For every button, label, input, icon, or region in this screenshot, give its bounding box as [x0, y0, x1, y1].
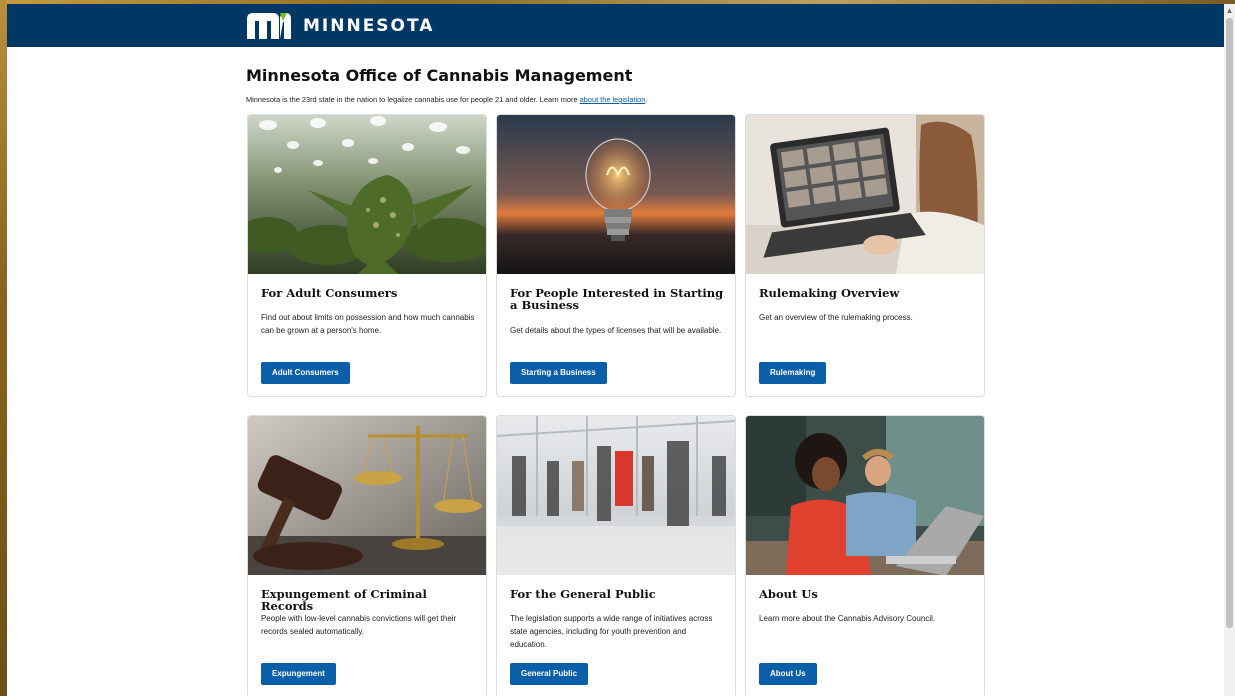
- intro-text-body: Minnesota is the 23rd state in the natio…: [246, 95, 580, 104]
- logo-text: MINNESOTA: [303, 15, 435, 36]
- about-us-button[interactable]: About Us: [759, 663, 817, 685]
- page-title: Minnesota Office of Cannabis Management: [246, 66, 633, 85]
- cannabis-plant-image: [248, 115, 486, 274]
- card-description: Get an overview of the rulemaking proces…: [759, 313, 913, 322]
- card-description: People with low-level cannabis convictio…: [261, 614, 457, 636]
- adult-consumers-button[interactable]: Adult Consumers: [261, 362, 350, 384]
- card-description: Learn more about the Cannabis Advisory C…: [759, 614, 936, 623]
- people-walking-image: [497, 416, 735, 575]
- card-about-us: About Us Learn more about the Cannabis A…: [745, 415, 985, 696]
- card-starting-business: For People Interested in Starting a Busi…: [496, 114, 736, 397]
- browser-viewport: MINNESOTA ▲ Minnesota Office of Cannabis…: [7, 0, 1235, 696]
- minnesota-logo[interactable]: MINNESOTA: [247, 12, 434, 39]
- page-scrollbar[interactable]: ▲: [1224, 4, 1235, 696]
- card-description: Find out about limits on possession and …: [261, 313, 475, 335]
- light-bulb-image: [497, 115, 735, 274]
- starting-business-button[interactable]: Starting a Business: [510, 362, 607, 384]
- intro-text-end: .: [645, 95, 648, 104]
- card-rulemaking: Rulemaking Overview Get an overview of t…: [745, 114, 985, 397]
- card-description: The legislation supports a wide range of…: [510, 614, 713, 649]
- site-header: MINNESOTA: [7, 4, 1224, 47]
- card-title: For the General Public: [510, 587, 656, 601]
- general-public-button[interactable]: General Public: [510, 663, 589, 685]
- card-title: Rulemaking Overview: [759, 286, 900, 300]
- card-title: Expungement of Criminal Records: [261, 587, 427, 613]
- card-title: For People Interested in Starting a Busi…: [510, 286, 724, 312]
- card-general-public: For the General Public The legislation s…: [496, 415, 736, 696]
- gavel-and-scales-image: [248, 416, 486, 575]
- scroll-up-icon[interactable]: ▲: [1225, 6, 1234, 15]
- video-call-laptop-image: [746, 115, 984, 274]
- legislation-link[interactable]: about the legislation: [580, 95, 646, 104]
- expungement-button[interactable]: Expungement: [261, 663, 336, 685]
- scrollbar-thumb[interactable]: [1226, 18, 1233, 628]
- card-description: Get details about the types of licenses …: [510, 326, 722, 335]
- rulemaking-button[interactable]: Rulemaking: [759, 362, 827, 384]
- people-at-laptop-image: [746, 416, 984, 575]
- card-adult-consumers: For Adult Consumers Find out about limit…: [247, 114, 487, 397]
- card-title: For Adult Consumers: [261, 286, 398, 300]
- mn-logo-icon: [247, 12, 291, 39]
- card-expungement: Expungement of Criminal Records People w…: [247, 415, 487, 696]
- intro-text: Minnesota is the 23rd state in the natio…: [246, 95, 647, 104]
- card-title: About Us: [759, 587, 818, 601]
